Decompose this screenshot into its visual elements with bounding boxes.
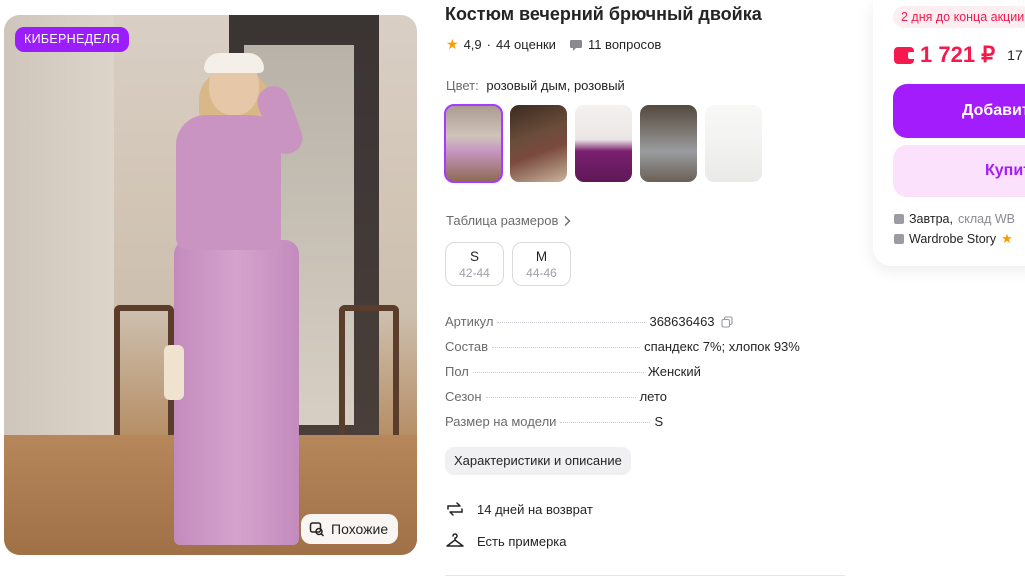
old-price: 17 — [1007, 47, 1023, 63]
rating-separator: · — [486, 37, 491, 52]
spec-row-season: Сезон лето — [445, 389, 815, 414]
article-number: 368636463 — [649, 314, 715, 329]
color-thumbnail-grey[interactable] — [640, 105, 697, 182]
color-row: Цвет: розовый дым, розовый — [446, 78, 625, 93]
size-table-link[interactable]: Таблица размеров — [446, 213, 572, 228]
spec-leader-dots — [485, 397, 636, 398]
promo-countdown-badge: 2 дня до конца акции — [893, 6, 1025, 28]
product-main-photo[interactable]: КИБЕРНЕДЕЛЯ Похожие — [4, 15, 417, 555]
questions-link[interactable]: 11 вопросов — [588, 37, 661, 52]
divider — [445, 575, 845, 576]
spec-key: Артикул — [445, 314, 494, 329]
chevron-right-icon — [564, 215, 571, 226]
color-thumbnail-pink-selected[interactable] — [444, 104, 503, 183]
similar-search-icon — [309, 522, 325, 537]
seller-name[interactable]: Wardrobe Story — [909, 232, 996, 246]
promo-badge: КИБЕРНЕДЕЛЯ — [15, 27, 129, 52]
size-label: M — [535, 249, 548, 264]
star-icon: ★ — [1001, 231, 1013, 246]
box-icon — [894, 214, 904, 224]
wallet-icon — [894, 46, 915, 64]
color-thumbnail-brown[interactable] — [510, 105, 567, 182]
similar-button-label: Похожие — [331, 521, 389, 537]
color-variant-thumbnails — [444, 104, 762, 183]
product-specs: Артикул 368636463 Состав спандекс 7%; хл… — [445, 314, 815, 439]
spec-row-article: Артикул 368636463 — [445, 314, 815, 339]
spec-row-gender: Пол Женский — [445, 364, 815, 389]
spec-value: S — [654, 414, 664, 429]
spec-value: лето — [639, 389, 667, 404]
feature-text: 14 дней на возврат — [477, 501, 593, 517]
size-option-m[interactable]: M 44-46 — [512, 242, 571, 286]
spec-leader-dots — [492, 347, 641, 348]
seller-info[interactable]: Wardrobe Story ★ — [894, 231, 1013, 247]
spec-value: спандекс 7%; хлопок 93% — [644, 339, 800, 354]
hanger-icon — [446, 533, 464, 547]
buy-now-button[interactable]: Купить — [893, 145, 1025, 197]
similar-button[interactable]: Похожие — [301, 514, 399, 544]
color-thumbnail-purple[interactable] — [575, 105, 632, 182]
rating-value: 4,9 — [463, 37, 482, 52]
delivery-info: Завтра, склад WB — [894, 212, 1015, 226]
spec-value: Женский — [647, 364, 701, 379]
spec-leader-dots — [497, 322, 646, 323]
delivery-warehouse: склад WB — [957, 212, 1015, 226]
add-to-cart-button[interactable]: Добавить — [893, 84, 1025, 138]
characteristics-button[interactable]: Характеристики и описание — [445, 447, 631, 475]
spec-key: Сезон — [445, 389, 482, 404]
spec-key: Состав — [445, 339, 489, 354]
model-top — [176, 115, 281, 250]
price-row: 1 721 ₽ 17 — [894, 42, 1023, 68]
rating-row: ★ 4,9 · 44 оценки 11 вопросов — [446, 36, 661, 53]
model-clutch — [164, 345, 184, 400]
model-headband — [204, 53, 264, 73]
size-option-s[interactable]: S 42-44 — [445, 242, 504, 286]
feature-fitting: Есть примерка — [445, 532, 567, 550]
feature-text: Есть примерка — [477, 533, 567, 549]
current-price: 1 721 ₽ — [920, 42, 996, 67]
size-selector: S 42-44 M 44-46 — [445, 242, 571, 286]
photo-chair-right — [339, 305, 399, 435]
model-pants — [174, 240, 299, 545]
spec-leader-dots — [560, 422, 651, 423]
delivery-day: Завтра, — [909, 212, 953, 226]
shop-icon — [894, 234, 904, 244]
size-range: 44-46 — [526, 266, 557, 280]
star-icon: ★ — [446, 36, 459, 52]
color-thumbnail-white[interactable] — [705, 105, 762, 182]
spec-row-model-size: Размер на модели S — [445, 414, 815, 439]
color-label: Цвет: — [446, 78, 479, 93]
copy-icon[interactable] — [720, 315, 733, 328]
spec-key: Размер на модели — [445, 414, 557, 429]
spec-leader-dots — [472, 372, 644, 373]
spec-key: Пол — [445, 364, 469, 379]
spec-row-composition: Состав спандекс 7%; хлопок 93% — [445, 339, 815, 364]
reviews-link[interactable]: 44 оценки — [496, 37, 556, 52]
product-title: Костюм вечерний брючный двойка — [445, 4, 762, 24]
size-range: 42-44 — [459, 266, 490, 280]
return-arrows-icon — [447, 502, 463, 516]
size-table-label: Таблица размеров — [446, 213, 559, 228]
spec-value: 368636463 — [649, 314, 733, 329]
color-value: розовый дым, розовый — [486, 78, 625, 93]
questions-icon — [569, 39, 582, 51]
feature-returns: 14 дней на возврат — [445, 500, 593, 518]
size-label: S — [469, 249, 479, 264]
